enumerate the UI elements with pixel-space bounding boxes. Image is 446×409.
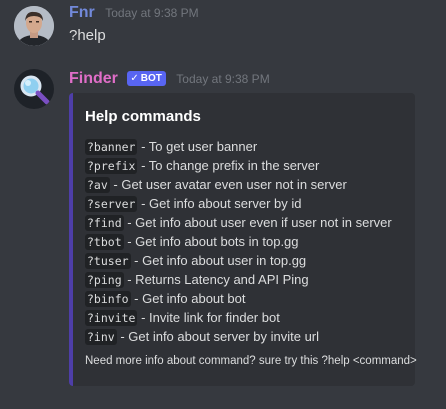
embed-title: Help commands: [85, 108, 201, 125]
command-description: - Get info about server by id: [137, 196, 302, 211]
command-code: ?ping: [85, 272, 124, 288]
command-list: ?banner - To get user banner ?prefix - To…: [85, 137, 392, 346]
command-row: ?prefix - To change prefix in the server: [85, 156, 392, 175]
command-description: - Get info about bots in top.gg: [123, 234, 299, 249]
command-code: ?av: [85, 177, 110, 193]
command-description: - Get info about user in top.gg: [130, 253, 307, 268]
command-code: ?banner: [85, 139, 138, 155]
command-code: ?binfo: [85, 291, 131, 307]
command-row: ?tuser - Get info about user in top.gg: [85, 251, 392, 270]
verified-check-icon: ✓: [130, 73, 139, 84]
command-code: ?tbot: [85, 234, 124, 250]
command-description: - Get user avatar even user not in serve…: [109, 177, 347, 192]
magnifier-avatar-icon: [14, 69, 54, 109]
command-row: ?binfo - Get info about bot: [85, 289, 392, 308]
command-code: ?server: [85, 196, 138, 212]
chat-messages: Fnr Today at 9:38 PM ?help Finder ✓ BOT T…: [0, 0, 446, 409]
command-row: ?invite - Invite link for finder bot: [85, 308, 392, 327]
command-description: - Get info about user even if user not i…: [123, 215, 392, 230]
bot-avatar[interactable]: [14, 69, 54, 109]
bot-tag: ✓ BOT: [127, 71, 166, 86]
bot-tag-label: BOT: [140, 73, 162, 84]
command-code: ?inv: [85, 329, 117, 345]
command-row: ?server - Get info about server by id: [85, 194, 392, 213]
command-code: ?find: [85, 215, 124, 231]
command-row: ?banner - To get user banner: [85, 137, 392, 156]
command-row: ?av - Get user avatar even user not in s…: [85, 175, 392, 194]
command-row: ?tbot - Get info about bots in top.gg: [85, 232, 392, 251]
command-description: - Invite link for finder bot: [137, 310, 280, 325]
command-description: - Get info about bot: [130, 291, 246, 306]
command-description: - Get info about server by invite url: [116, 329, 320, 344]
command-description: - To get user banner: [137, 139, 258, 154]
command-description: - To change prefix in the server: [137, 158, 320, 173]
command-code: ?tuser: [85, 253, 131, 269]
embed-footer: Need more info about command? sure try t…: [85, 355, 417, 367]
message-finder: Finder ✓ BOT Today at 9:38 PM Help comman…: [0, 0, 446, 409]
command-description: - Returns Latency and API Ping: [123, 272, 309, 287]
command-code: ?invite: [85, 310, 138, 326]
command-row: ?ping - Returns Latency and API Ping: [85, 270, 392, 289]
message-timestamp: Today at 9:38 PM: [176, 72, 270, 86]
author-name[interactable]: Finder: [69, 70, 118, 87]
command-code: ?prefix: [85, 158, 138, 174]
command-row: ?find - Get info about user even if user…: [85, 213, 392, 232]
command-row: ?inv - Get info about server by invite u…: [85, 327, 392, 346]
help-embed: Help commands ?banner - To get user bann…: [69, 93, 417, 386]
